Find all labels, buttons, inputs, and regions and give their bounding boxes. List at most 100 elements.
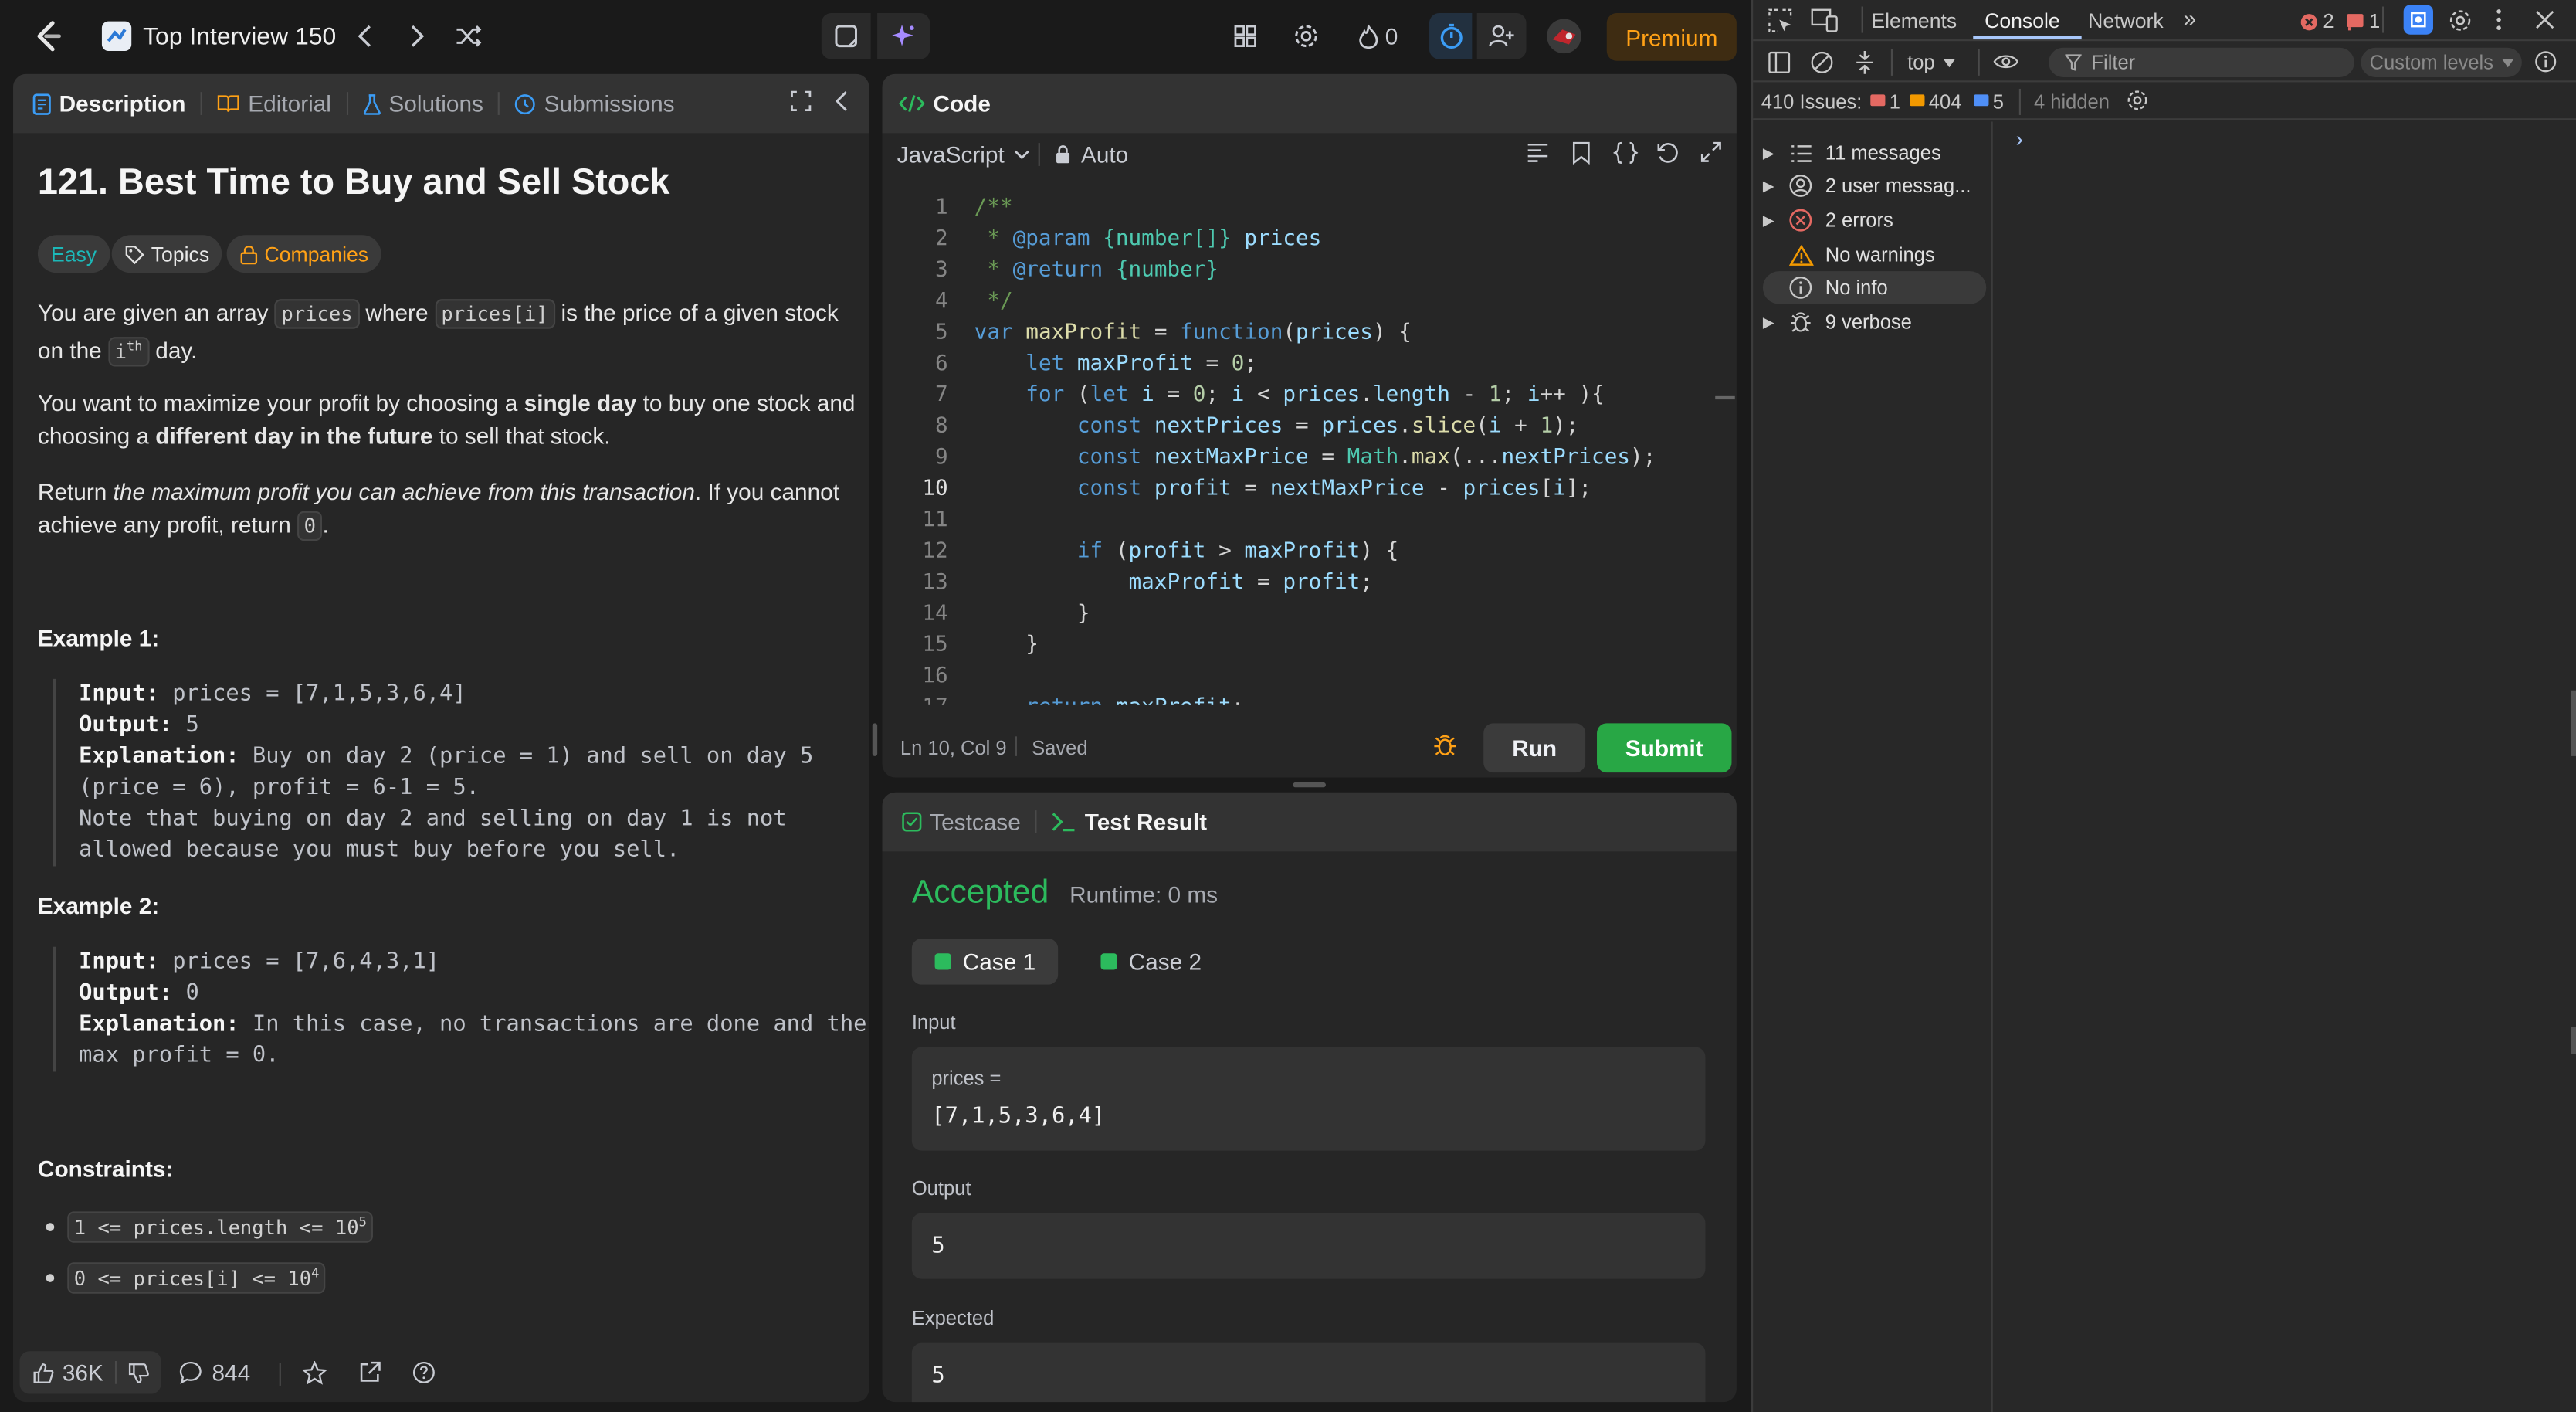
filter-funnel-icon [2065,54,2082,71]
mode-label: Auto [1080,141,1129,168]
code-editor[interactable]: 1 /** 2 * @param {number[]} prices 3 * @r… [883,189,1737,705]
sidebar-label: 11 messages [1825,141,1941,165]
panel-resizer[interactable] [872,723,878,756]
settings-gear-icon[interactable] [1290,13,1323,59]
ai-sparkle-icon[interactable] [877,13,930,59]
context-select[interactable]: top [1907,51,1955,74]
device-toggle-icon[interactable] [1811,8,1839,33]
log-levels-select[interactable]: Custom levels [2361,47,2522,78]
problem-list-title[interactable]: Top Interview 150 [143,13,336,59]
sidebar-verbose[interactable]: ▶ 9 verbose [1763,306,1986,339]
companies-tag[interactable]: Companies [226,235,382,273]
close-icon[interactable] [2535,10,2555,30]
collapse-icon[interactable] [835,90,848,112]
shuffle-icon[interactable] [452,13,485,59]
extension-icon[interactable] [2403,5,2433,35]
issues-settings-icon[interactable] [2126,89,2149,112]
help-icon[interactable] [412,1361,436,1384]
live-expression-eye-icon[interactable] [1993,53,2019,70]
notes-icon[interactable] [821,13,871,59]
line-number: 17 [883,692,947,705]
add-friend-icon[interactable] [1476,13,1527,59]
sidebar-warnings[interactable]: No warnings [1763,239,1986,272]
premium-button[interactable]: Premium [1606,13,1737,61]
panel-resizer[interactable] [1293,782,1326,788]
tab-test-result[interactable]: Test Result [1037,793,1222,852]
inline-code: 0 <= prices[i] <= 104 [67,1262,326,1294]
tag-label: Topics [151,242,210,266]
collapse-groups-icon[interactable] [1855,49,1875,76]
warning-count-badge[interactable]: 1 [2346,10,2380,33]
topics-tag[interactable]: Topics [111,235,223,273]
sidebar-toggle-icon[interactable] [1768,51,1791,74]
tab-editorial[interactable]: Editorial [202,74,346,134]
case-1-tab[interactable]: Case 1 [911,939,1059,985]
share-icon[interactable] [358,1361,381,1384]
sidebar-messages[interactable]: ▶ 11 messages [1763,137,1986,170]
issues-bar[interactable]: 410 Issues: 1 404 5 4 hidden [1753,84,2576,120]
leetcode-logo-icon[interactable] [29,13,66,59]
layout-icon[interactable] [1229,13,1262,59]
label: Input: [79,948,159,975]
debug-bug-icon[interactable] [1432,733,1457,758]
devtools-settings-icon[interactable] [2448,8,2473,33]
line-number: 10 [922,477,948,502]
star-icon[interactable] [302,1360,327,1386]
tab-code[interactable]: Code [883,74,1006,134]
devtools-scroll-handle[interactable] [2571,1027,2576,1054]
info-icon[interactable] [2535,51,2557,73]
next-problem-icon[interactable] [401,13,434,59]
comments-button[interactable]: 844 [179,1359,250,1386]
devtools-tab-console[interactable]: Console [1985,10,2060,33]
sidebar-user-messages[interactable]: ▶ 2 user messag... [1763,169,1986,202]
submit-button[interactable]: Submit [1597,723,1732,773]
line-number: 16 [922,664,948,689]
console-prompt[interactable]: › [2016,127,2023,151]
devtools-tab-elements[interactable]: Elements [1871,10,1957,33]
devtools-tab-network[interactable]: Network [2088,10,2164,33]
comment-icon [179,1361,202,1384]
sidebar-info[interactable]: No info [1762,271,1987,304]
run-button[interactable]: Run [1483,723,1586,773]
timer-icon[interactable] [1429,13,1473,59]
expand-arrow-icon: ▶ [1762,144,1774,161]
error-count-badge[interactable]: 2 [2300,10,2334,33]
devtools-scroll-handle[interactable] [2571,690,2576,756]
inspect-element-icon[interactable] [1768,8,1792,33]
tab-solutions[interactable]: Solutions [347,74,498,134]
like-group: 36K [19,1351,161,1394]
auto-mode-toggle[interactable]: Auto [1055,140,1128,169]
clear-console-icon[interactable] [1811,51,1834,74]
format-icon[interactable] [1527,143,1550,163]
code-text: 0 <= prices[i] <= 10 [73,1267,312,1291]
like-button[interactable]: 36K [20,1359,115,1386]
streak-counter[interactable]: 0 [1351,13,1406,59]
code-text: const nextPrices = prices.slice(i + 1); [1076,414,1579,440]
language-select[interactable]: JavaScript [897,140,1031,169]
tab-description[interactable]: Description [13,74,201,134]
avatar[interactable] [1544,13,1584,59]
braces-icon[interactable] [1613,141,1639,165]
bookmark-icon[interactable] [1572,141,1590,165]
variable-value: [7,1,5,3,6,4] [931,1102,1106,1129]
console-filter-input[interactable]: Filter [2049,47,2354,78]
expand-icon[interactable] [1700,141,1722,163]
kebab-menu-icon[interactable] [2496,8,2503,32]
more-tabs-icon[interactable]: » [2184,5,2197,31]
fullscreen-icon[interactable] [790,90,812,112]
top-nav: Top Interview 150 0 Premium [0,0,1752,73]
prev-problem-icon[interactable] [348,13,381,59]
result-tabs: Testcase Test Result [882,792,1737,852]
inline-code: 0 [297,511,323,541]
book-icon [217,93,240,114]
tab-testcase[interactable]: Testcase [883,793,1035,852]
devtools-toolbar: Elements Console Network » 2 1 [1753,0,2576,42]
superscript: 5 [358,1214,367,1230]
explanation-line: (price = 6), profit = 6-1 = 5. [79,774,480,801]
dislike-button[interactable] [117,1362,159,1383]
tab-submissions[interactable]: Submissions [500,74,689,134]
case-2-tab[interactable]: Case 2 [1078,939,1225,985]
reset-icon[interactable] [1656,141,1679,165]
text: . [322,511,329,538]
sidebar-errors[interactable]: ▶ 2 errors [1763,204,1986,237]
